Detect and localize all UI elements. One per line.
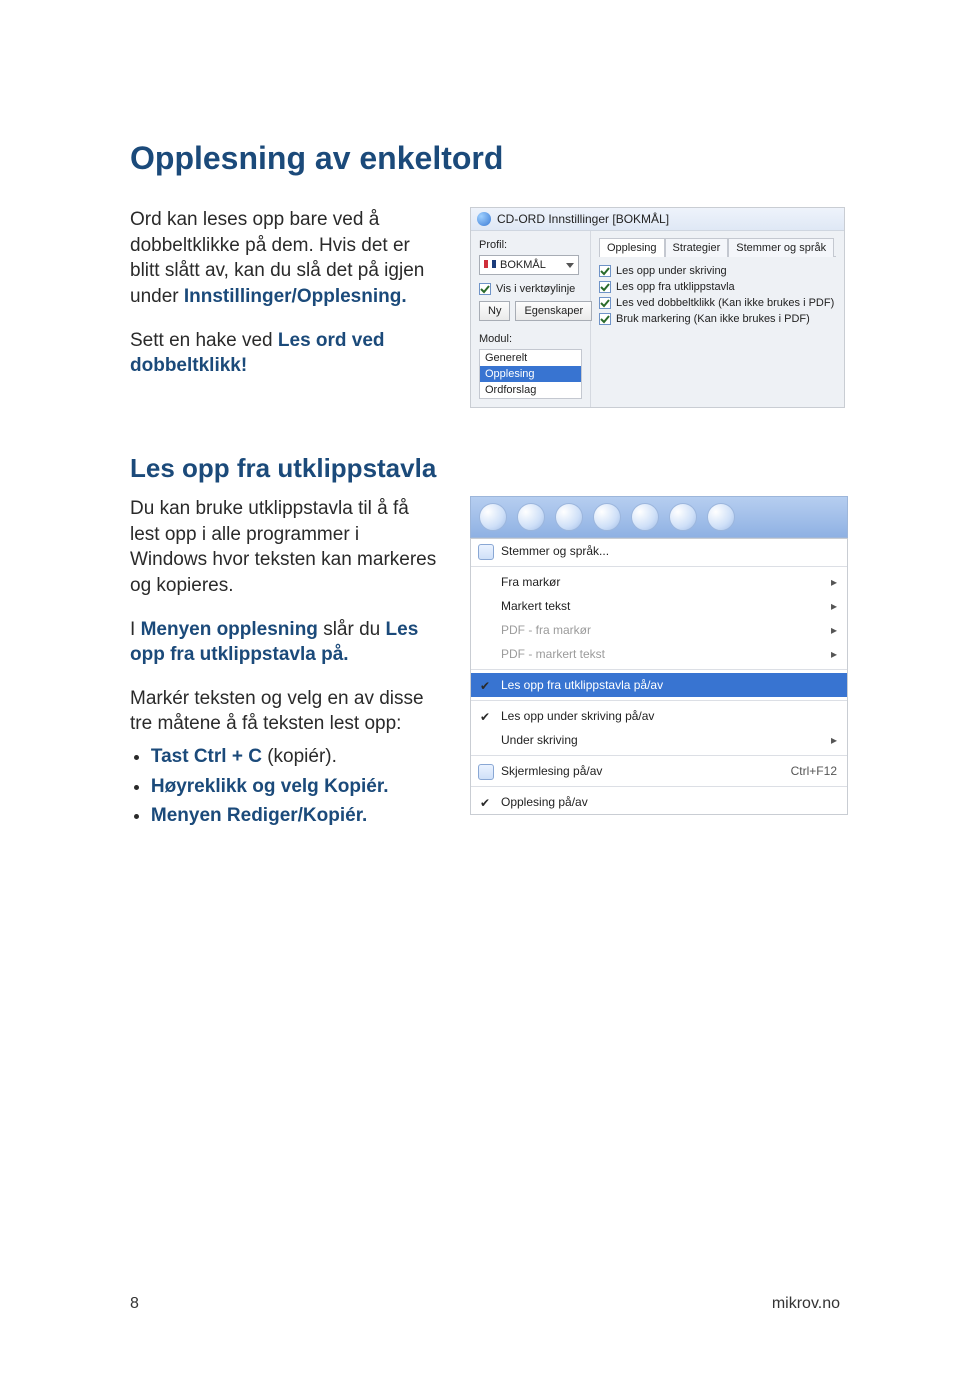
screen-icon — [478, 764, 494, 780]
page-title: Opplesning av enkeltord — [130, 140, 840, 177]
submenu-arrow-icon: ▸ — [831, 647, 837, 661]
chk-les-utklipp[interactable] — [599, 281, 611, 293]
list-item: Høyreklikk og velg Kopiér. — [151, 773, 440, 801]
toolbar-button[interactable] — [593, 503, 621, 531]
tab-opplesing[interactable]: Opplesing — [599, 238, 665, 257]
utklipp-desc: Du kan bruke utklippstavla til å få lest… — [130, 496, 440, 599]
menu-label: Under skriving — [501, 733, 578, 747]
modul-item-opplesing[interactable]: Opplesing — [480, 366, 581, 382]
menu-separator — [471, 755, 847, 756]
b1rest: (kopiér). — [262, 746, 337, 767]
vis-checkbox[interactable] — [479, 283, 491, 295]
toolbar — [470, 496, 848, 538]
check-icon: ✔ — [480, 710, 490, 724]
menu-item-under-skriving[interactable]: Under skriving ▸ — [471, 728, 847, 752]
toolbar-button[interactable] — [555, 503, 583, 531]
menu-item-skriving-toggle[interactable]: ✔ Les opp under skriving på/av — [471, 704, 847, 728]
footer-url: mikrov.no — [772, 1295, 840, 1313]
toolbar-button[interactable] — [707, 503, 735, 531]
menu-label: Skjermlesing på/av — [501, 764, 602, 778]
list-item: Menyen Rediger/Kopiér. — [151, 802, 440, 830]
menu-label: Stemmer og språk... — [501, 544, 609, 558]
chk-bruk-markering[interactable] — [599, 313, 611, 325]
b1em: Tast Ctrl + C — [151, 746, 262, 767]
vis-label: Vis i verktøylinje — [496, 283, 575, 295]
section-subtitle: Les opp fra utklippstavla — [130, 453, 840, 484]
menu-shortcut: Ctrl+F12 — [791, 764, 837, 778]
menu-label: Fra markør — [501, 575, 560, 589]
dialog-title: CD-ORD Innstillinger [BOKMÅL] — [497, 212, 669, 226]
dropdown-menu: Stemmer og språk... Fra markør ▸ Markert… — [470, 538, 848, 815]
profil-label: Profil: — [479, 239, 582, 251]
intro-paragraph: Ord kan leses opp bare ved å dobbeltklik… — [130, 207, 440, 310]
menu-separator — [471, 786, 847, 787]
chk-bruk-markering-label: Bruk markering (Kan ikke brukes i PDF) — [616, 313, 810, 325]
tab-stemmer[interactable]: Stemmer og språk — [728, 238, 834, 257]
submenu-arrow-icon: ▸ — [831, 733, 837, 747]
page-number: 8 — [130, 1295, 139, 1313]
chk-les-skriving[interactable] — [599, 265, 611, 277]
p4b: slår du — [318, 619, 386, 640]
submenu-arrow-icon: ▸ — [831, 575, 837, 589]
menu-separator — [471, 669, 847, 670]
marker-intro: Markér teksten og velg en av disse tre m… — [130, 686, 440, 737]
modul-label: Modul: — [479, 333, 582, 345]
menu-separator — [471, 700, 847, 701]
menu-separator — [471, 566, 847, 567]
modul-item-ordforslag[interactable]: Ordforslag — [480, 382, 581, 398]
b2em: Høyreklikk og velg Kopiér. — [151, 776, 389, 797]
menu-screenshot: Stemmer og språk... Fra markør ▸ Markert… — [470, 496, 848, 815]
list-item: Tast Ctrl + C (kopiér). — [151, 743, 440, 771]
b3em: Menyen Rediger/Kopiér. — [151, 805, 367, 826]
settings-dialog-screenshot: CD-ORD Innstillinger [BOKMÅL] Profil: BO… — [470, 207, 845, 408]
submenu-arrow-icon: ▸ — [831, 599, 837, 613]
ny-button[interactable]: Ny — [479, 301, 510, 321]
modul-item-generelt[interactable]: Generelt — [480, 350, 581, 366]
egenskaper-button[interactable]: Egenskaper — [515, 301, 592, 321]
dialog-titlebar: CD-ORD Innstillinger [BOKMÅL] — [471, 208, 844, 231]
menu-label: PDF - fra markør — [501, 623, 591, 637]
menu-item-stemmer[interactable]: Stemmer og språk... — [471, 539, 847, 563]
chk-les-dobbeltklikk-label: Les ved dobbeltklikk (Kan ikke brukes i … — [616, 297, 834, 309]
menu-label: Opplesing på/av — [501, 795, 588, 809]
menu-item-opplesing-toggle[interactable]: ✔ Opplesing på/av — [471, 790, 847, 814]
toolbar-button[interactable] — [517, 503, 545, 531]
chevron-down-icon — [566, 263, 574, 268]
hake-text: Sett en hake ved — [130, 330, 278, 351]
modul-list[interactable]: Generelt Opplesing Ordforslag — [479, 349, 582, 399]
hake-paragraph: Sett en hake ved Les ord ved dobbeltklik… — [130, 328, 440, 379]
page-footer: 8 mikrov.no — [130, 1295, 840, 1313]
menu-label: Les opp under skriving på/av — [501, 709, 654, 723]
chk-les-skriving-label: Les opp under skriving — [616, 265, 727, 277]
toolbar-button[interactable] — [479, 503, 507, 531]
speech-icon — [478, 544, 494, 560]
submenu-arrow-icon: ▸ — [831, 623, 837, 637]
flag-icon — [484, 260, 496, 268]
tab-strategier[interactable]: Strategier — [665, 238, 729, 257]
menu-item-pdf-markert: PDF - markert tekst ▸ — [471, 642, 847, 666]
toolbar-button[interactable] — [669, 503, 697, 531]
menu-item-fra-markor[interactable]: Fra markør ▸ — [471, 570, 847, 594]
p4a: I — [130, 619, 141, 640]
profil-value: BOKMÅL — [500, 259, 546, 271]
toolbar-button[interactable] — [631, 503, 659, 531]
chk-les-utklipp-label: Les opp fra utklippstavla — [616, 281, 735, 293]
check-icon: ✔ — [480, 679, 490, 693]
menu-label: PDF - markert tekst — [501, 647, 605, 661]
menu-item-skjermlesing[interactable]: Skjermlesing på/av Ctrl+F12 — [471, 759, 847, 783]
check-icon: ✔ — [480, 796, 490, 810]
menu-label: Markert tekst — [501, 599, 570, 613]
intro-em: Innstillinger/Opplesning. — [184, 286, 407, 307]
app-icon — [477, 212, 491, 226]
profil-select[interactable]: BOKMÅL — [479, 255, 579, 275]
p4em1: Menyen opplesning — [141, 619, 318, 640]
methods-list: Tast Ctrl + C (kopiér). Høyreklikk og ve… — [130, 743, 440, 830]
utklipp-howto: I Menyen opplesning slår du Les opp fra … — [130, 617, 440, 668]
menu-item-pdf-fra: PDF - fra markør ▸ — [471, 618, 847, 642]
menu-item-markert[interactable]: Markert tekst ▸ — [471, 594, 847, 618]
chk-les-dobbeltklikk[interactable] — [599, 297, 611, 309]
menu-item-utklipp-toggle[interactable]: ✔ Les opp fra utklippstavla på/av — [471, 673, 847, 697]
menu-label: Les opp fra utklippstavla på/av — [501, 678, 663, 692]
